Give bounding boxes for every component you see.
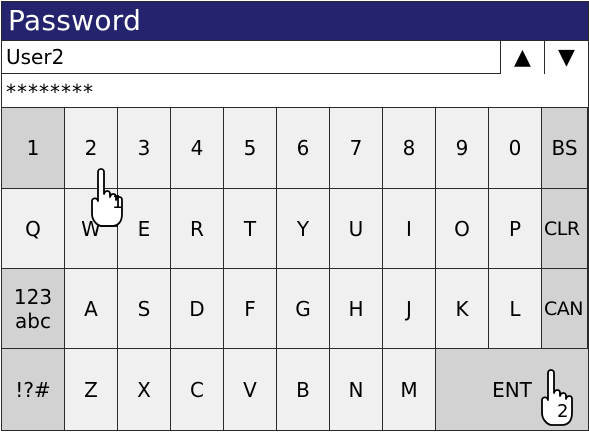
key-5[interactable]: 5	[224, 108, 277, 189]
numeric-mode-key[interactable]: 123 abc	[2, 269, 65, 349]
key-m[interactable]: M	[383, 349, 436, 430]
key-u[interactable]: U	[330, 189, 383, 269]
key-t[interactable]: T	[224, 189, 277, 269]
pointing-hand-icon: 1	[91, 168, 123, 227]
key-h[interactable]: H	[330, 269, 383, 349]
user-field[interactable]: User2	[6, 41, 64, 74]
pointing-hand-icon: 2	[541, 369, 573, 426]
key-z[interactable]: Z	[65, 349, 118, 430]
keypad: 1 2 3 4 5 6 7 8 9 0 BS Q W E R T Y U I O…	[2, 108, 588, 430]
backspace-key[interactable]: BS	[542, 108, 588, 189]
key-i[interactable]: I	[383, 189, 436, 269]
key-7[interactable]: 7	[330, 108, 383, 189]
callout-number-1: 1	[112, 192, 123, 213]
key-0[interactable]: 0	[489, 108, 542, 189]
key-v[interactable]: V	[224, 349, 277, 430]
clear-key[interactable]: CLR	[542, 189, 588, 269]
user-select-row: User2 ▲ ▼	[2, 40, 588, 74]
key-c[interactable]: C	[171, 349, 224, 430]
numeric-mode-label-top: 123	[13, 284, 53, 309]
key-f[interactable]: F	[224, 269, 277, 349]
key-4[interactable]: 4	[171, 108, 224, 189]
key-k[interactable]: K	[436, 269, 489, 349]
dialog-title: Password	[2, 2, 588, 40]
key-g[interactable]: G	[277, 269, 330, 349]
key-j[interactable]: J	[383, 269, 436, 349]
down-arrow-icon: ▼	[558, 45, 575, 70]
symbol-mode-key[interactable]: !?#	[2, 349, 65, 430]
key-a[interactable]: A	[65, 269, 118, 349]
key-l[interactable]: L	[489, 269, 542, 349]
down-arrow-button[interactable]: ▼	[544, 41, 588, 74]
key-n[interactable]: N	[330, 349, 383, 430]
key-p[interactable]: P	[489, 189, 542, 269]
callout-number-2: 2	[557, 401, 568, 422]
key-o[interactable]: O	[436, 189, 489, 269]
key-s[interactable]: S	[118, 269, 171, 349]
cancel-key[interactable]: CAN	[542, 269, 588, 349]
key-8[interactable]: 8	[383, 108, 436, 189]
key-9[interactable]: 9	[436, 108, 489, 189]
key-1[interactable]: 1	[2, 108, 65, 189]
key-x[interactable]: X	[118, 349, 171, 430]
key-q[interactable]: Q	[2, 189, 65, 269]
up-arrow-button[interactable]: ▲	[500, 41, 544, 74]
password-row: ********	[2, 74, 588, 108]
key-r[interactable]: R	[171, 189, 224, 269]
password-field[interactable]: ********	[6, 74, 94, 107]
up-arrow-icon: ▲	[514, 45, 531, 70]
key-d[interactable]: D	[171, 269, 224, 349]
numeric-mode-label-bottom: abc	[15, 308, 51, 333]
key-6[interactable]: 6	[277, 108, 330, 189]
key-b[interactable]: B	[277, 349, 330, 430]
key-y[interactable]: Y	[277, 189, 330, 269]
